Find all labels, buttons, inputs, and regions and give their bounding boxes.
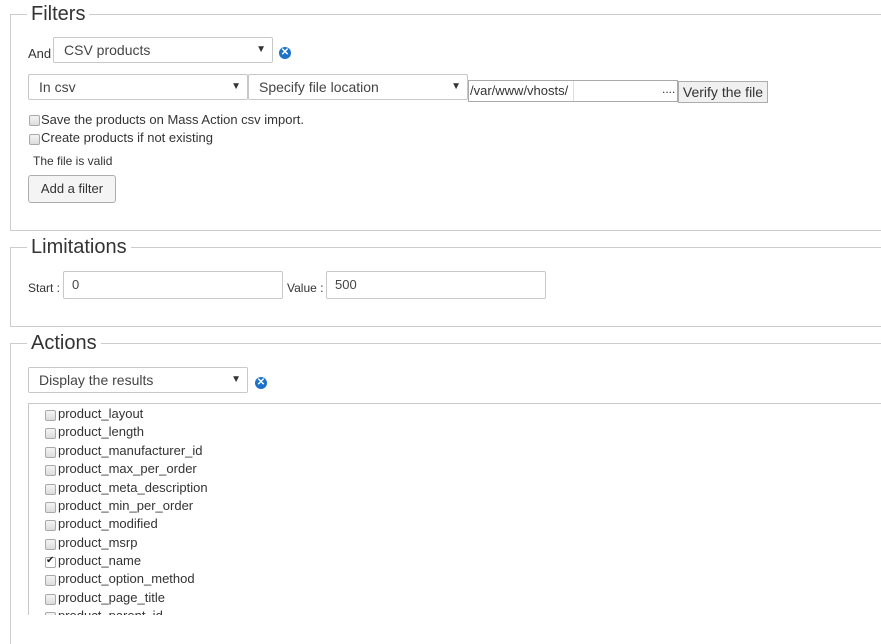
limitations-legend: Limitations [27,235,131,259]
field-checkbox[interactable] [45,484,56,495]
action-select-value: Display the results [39,372,154,388]
file-status-text: The file is valid [33,154,113,168]
and-label: And [28,46,52,61]
add-filter-button[interactable]: Add a filter [28,175,116,203]
filter-in-select[interactable]: In csv ▼ [28,74,248,100]
field-checkbox[interactable] [45,539,56,550]
field-label: product_meta_description [58,480,208,495]
create-products-label: Create products if not existing [41,130,213,145]
chevron-down-icon: ▼ [231,81,241,92]
file-path-suffix: .... [662,82,676,96]
field-label: product_msrp [58,535,138,550]
start-label: Start : [28,281,61,295]
file-path-input[interactable]: /var/www/vhosts/ .... [468,80,678,102]
value-label: Value : [287,281,324,295]
actions-legend: Actions [27,331,101,355]
field-checkbox-checked[interactable] [45,555,56,568]
chevron-down-icon: ▼ [451,81,461,92]
file-location-select[interactable]: Specify file location ▼ [248,74,468,100]
create-products-checkbox[interactable] [29,134,40,145]
field-checkbox[interactable] [45,447,56,458]
chevron-down-icon: ▼ [231,374,241,385]
field-checkbox[interactable] [45,502,56,513]
filters-legend: Filters [27,2,90,26]
chevron-down-icon: ▼ [256,44,266,55]
field-label: product_layout [58,406,144,421]
remove-filter-icon[interactable]: ✕ [279,47,291,59]
field-label: product_max_per_order [58,461,197,476]
filter-in-value: In csv [39,79,76,95]
start-input[interactable]: 0 [63,271,283,299]
field-checkbox[interactable] [45,594,56,605]
file-location-value: Specify file location [259,79,379,95]
filter-type-value: CSV products [64,42,151,58]
field-checkbox[interactable] [45,410,56,421]
file-path-value: /var/www/vhosts/ [470,83,569,98]
filter-type-select[interactable]: CSV products ▼ [53,37,273,63]
file-path-mask [573,81,662,101]
field-label: product_option_method [58,571,195,586]
field-label: product_name [58,553,142,568]
action-select[interactable]: Display the results ▼ [28,367,248,393]
field-label: product_manufacturer_id [58,443,203,458]
field-label: product_min_per_order [58,498,194,513]
remove-action-icon[interactable]: ✕ [255,377,267,389]
field-checkbox[interactable] [45,428,56,439]
verify-file-button[interactable]: Verify the file [678,81,768,103]
field-checkbox[interactable] [45,575,56,586]
field-label: product_length [58,424,145,439]
save-products-label: Save the products on Mass Action csv imp… [41,112,305,127]
value-input[interactable]: 500 [326,271,546,299]
field-label: product_modified [58,516,158,531]
field-checkbox[interactable] [45,465,56,476]
fields-list[interactable]: product_layout product_length product_ma… [28,403,881,615]
field-label: product_page_title [58,590,165,605]
field-checkbox[interactable] [45,520,56,531]
save-products-checkbox[interactable] [29,115,40,126]
